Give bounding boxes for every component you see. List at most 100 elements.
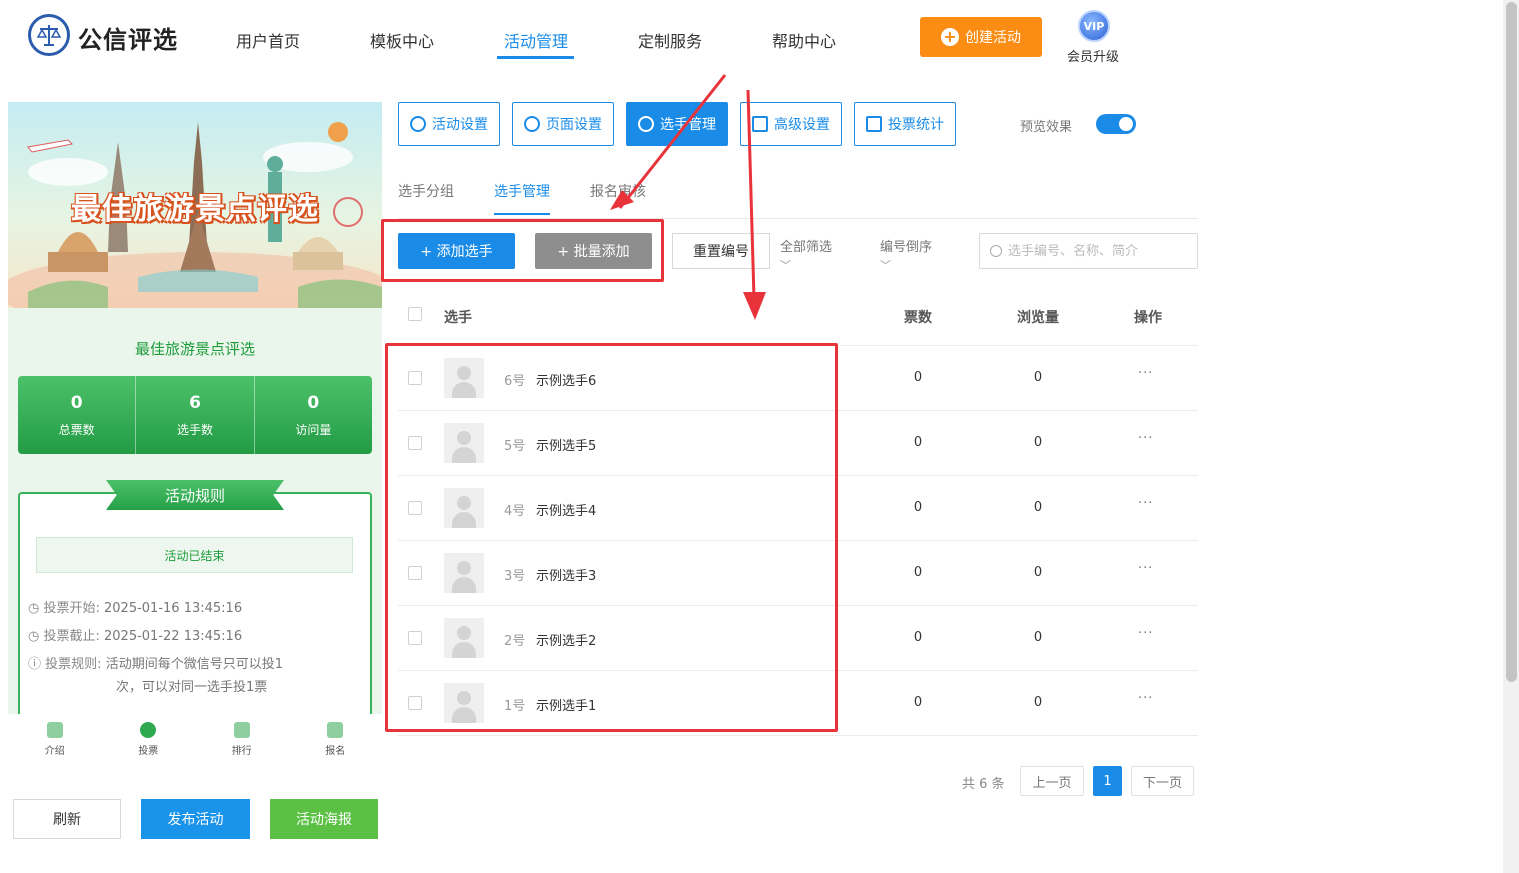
page-settings-label: 页面设置 (546, 117, 602, 133)
chevron-down-icon: ﹀ (880, 259, 891, 272)
stat-value: 6 (189, 392, 201, 413)
next-page-button[interactable]: 下一页 (1131, 766, 1194, 796)
tab-vote-label: 投票 (138, 745, 159, 757)
total-count: 共 6 条 (962, 777, 1005, 792)
select-all-checkbox[interactable] (408, 307, 422, 321)
publish-button[interactable]: 发布活动 (141, 799, 250, 839)
more-icon[interactable]: ··· (1138, 431, 1153, 446)
tab-vote[interactable]: 投票 (102, 714, 196, 764)
tab-ranking[interactable]: 排行 (195, 714, 289, 764)
vote-start-label: 投票开始: (43, 601, 100, 616)
gear-icon (524, 116, 540, 132)
subtab-player-groups[interactable]: 选手分组 (398, 181, 454, 201)
stat-label: 总票数 (58, 422, 95, 437)
sort-dropdown[interactable]: 编号倒序 ﹀ (880, 236, 932, 273)
vip-upgrade-link[interactable]: 会员升级 (1067, 46, 1119, 65)
more-icon[interactable]: ··· (1138, 561, 1153, 576)
activity-title: 最佳旅游景点评选 (134, 340, 255, 358)
vote-statistics-label: 投票统计 (888, 117, 944, 133)
vote-end-label: 投票截止: (43, 629, 100, 644)
create-activity-button[interactable]: + 创建活动 (920, 17, 1042, 57)
arrow-to-player-list (746, 89, 756, 299)
col-player: 选手 (444, 310, 472, 326)
preview-label: 预览效果 (1020, 120, 1073, 135)
activity-banner: 最佳旅游景点评选 (8, 102, 382, 308)
nav-user-home[interactable]: 用户首页 (236, 28, 300, 52)
activity-settings-button[interactable]: 活动设置 (398, 102, 500, 146)
arrowhead-icon (743, 292, 766, 320)
filter-dropdown[interactable]: 全部筛选 ﹀ (780, 236, 832, 273)
page-settings-button[interactable]: 页面设置 (512, 102, 614, 146)
clock-icon: ◷ (28, 629, 40, 644)
plus-circle-icon: + (941, 28, 959, 46)
search-input[interactable] (1008, 243, 1188, 259)
vote-rule-text-2: 次，可以对同一选手投1票 (116, 680, 268, 695)
player-views: 0 (1033, 435, 1043, 450)
more-icon[interactable]: ··· (1138, 626, 1153, 641)
sort-label: 编号倒序 (880, 240, 933, 255)
col-views: 浏览量 (1017, 310, 1059, 326)
prev-page-button[interactable]: 上一页 (1020, 766, 1084, 796)
vote-statistics-button[interactable]: 投票统计 (854, 102, 956, 146)
tab-intro-label: 介绍 (44, 745, 65, 757)
tab-signup[interactable]: 报名 (289, 714, 383, 764)
vote-rule-text: 活动期间每个微信号只可以投1 (105, 657, 283, 672)
subtab-active-indicator (494, 213, 550, 215)
stat-value: 0 (70, 392, 83, 413)
mobile-tabbar: 介绍 投票 排行 报名 (8, 714, 382, 764)
filter-label: 全部筛选 (780, 240, 833, 255)
vip-icon[interactable]: VIP (1078, 10, 1110, 42)
activity-status: 活动已结束 (36, 537, 353, 573)
player-votes: 0 (913, 500, 923, 515)
table-header: 选手 票数 浏览量 操作 (398, 285, 1198, 346)
col-operations: 操作 (1134, 310, 1162, 326)
search-icon (990, 245, 1002, 257)
nav-template-center[interactable]: 模板中心 (370, 28, 434, 52)
logo-icon[interactable] (28, 14, 70, 56)
stat-label: 访问量 (295, 422, 332, 437)
vote-rule-label: 投票规则: (45, 657, 102, 672)
col-votes: 票数 (904, 310, 932, 326)
subtab-player-management[interactable]: 选手管理 (494, 181, 550, 201)
search-box[interactable] (979, 233, 1198, 269)
edit-icon (327, 721, 344, 738)
vote-end-line: ◷ 投票截止: 2025-01-22 13:45:16 (28, 625, 242, 644)
tab-intro[interactable]: 介绍 (8, 714, 102, 764)
rules-heading: 活动规则 (106, 480, 284, 510)
nav-help-center[interactable]: 帮助中心 (772, 28, 836, 52)
stat-total-votes: 0 总票数 (18, 376, 135, 454)
scrollbar-thumb[interactable] (1506, 2, 1517, 682)
stat-label: 选手数 (176, 422, 213, 437)
clock-icon: ◷ (28, 601, 40, 616)
vote-rule-text-cont: 次，可以对同一选手投1票 (116, 676, 267, 695)
advanced-settings-label: 高级设置 (774, 117, 830, 133)
more-icon[interactable]: ··· (1138, 691, 1153, 706)
vote-icon (140, 721, 157, 738)
player-votes: 0 (913, 565, 923, 580)
arrow-to-add-buttons (618, 74, 727, 209)
scales-icon (36, 25, 62, 46)
vote-start-value: 2025-01-16 13:45:16 (104, 601, 243, 616)
document-icon (46, 721, 63, 738)
refresh-button[interactable]: 刷新 (13, 799, 121, 839)
current-page[interactable]: 1 (1093, 766, 1122, 796)
poster-button[interactable]: 活动海报 (270, 799, 378, 839)
nav-custom-service[interactable]: 定制服务 (638, 28, 702, 52)
player-votes: 0 (913, 435, 923, 450)
highlight-box-player-list (385, 343, 838, 732)
player-votes: 0 (913, 370, 923, 385)
more-icon[interactable]: ··· (1138, 496, 1153, 511)
nav-activity-management[interactable]: 活动管理 (504, 28, 568, 52)
tab-signup-label: 报名 (325, 745, 346, 757)
preview-toggle[interactable] (1096, 114, 1136, 134)
annotation-arrows (610, 74, 766, 320)
more-icon[interactable]: ··· (1138, 366, 1153, 381)
star-icon (410, 116, 426, 132)
vote-rule-line: ⓘ 投票规则: 活动期间每个微信号只可以投1 (28, 653, 283, 672)
player-votes: 0 (913, 695, 923, 710)
player-views: 0 (1033, 630, 1043, 645)
brand-name[interactable]: 公信评选 (78, 20, 178, 55)
stat-players: 6 选手数 (135, 376, 253, 454)
banner-title: 最佳旅游景点评选 (71, 192, 319, 227)
vote-start-line: ◷ 投票开始: 2025-01-16 13:45:16 (28, 597, 242, 616)
